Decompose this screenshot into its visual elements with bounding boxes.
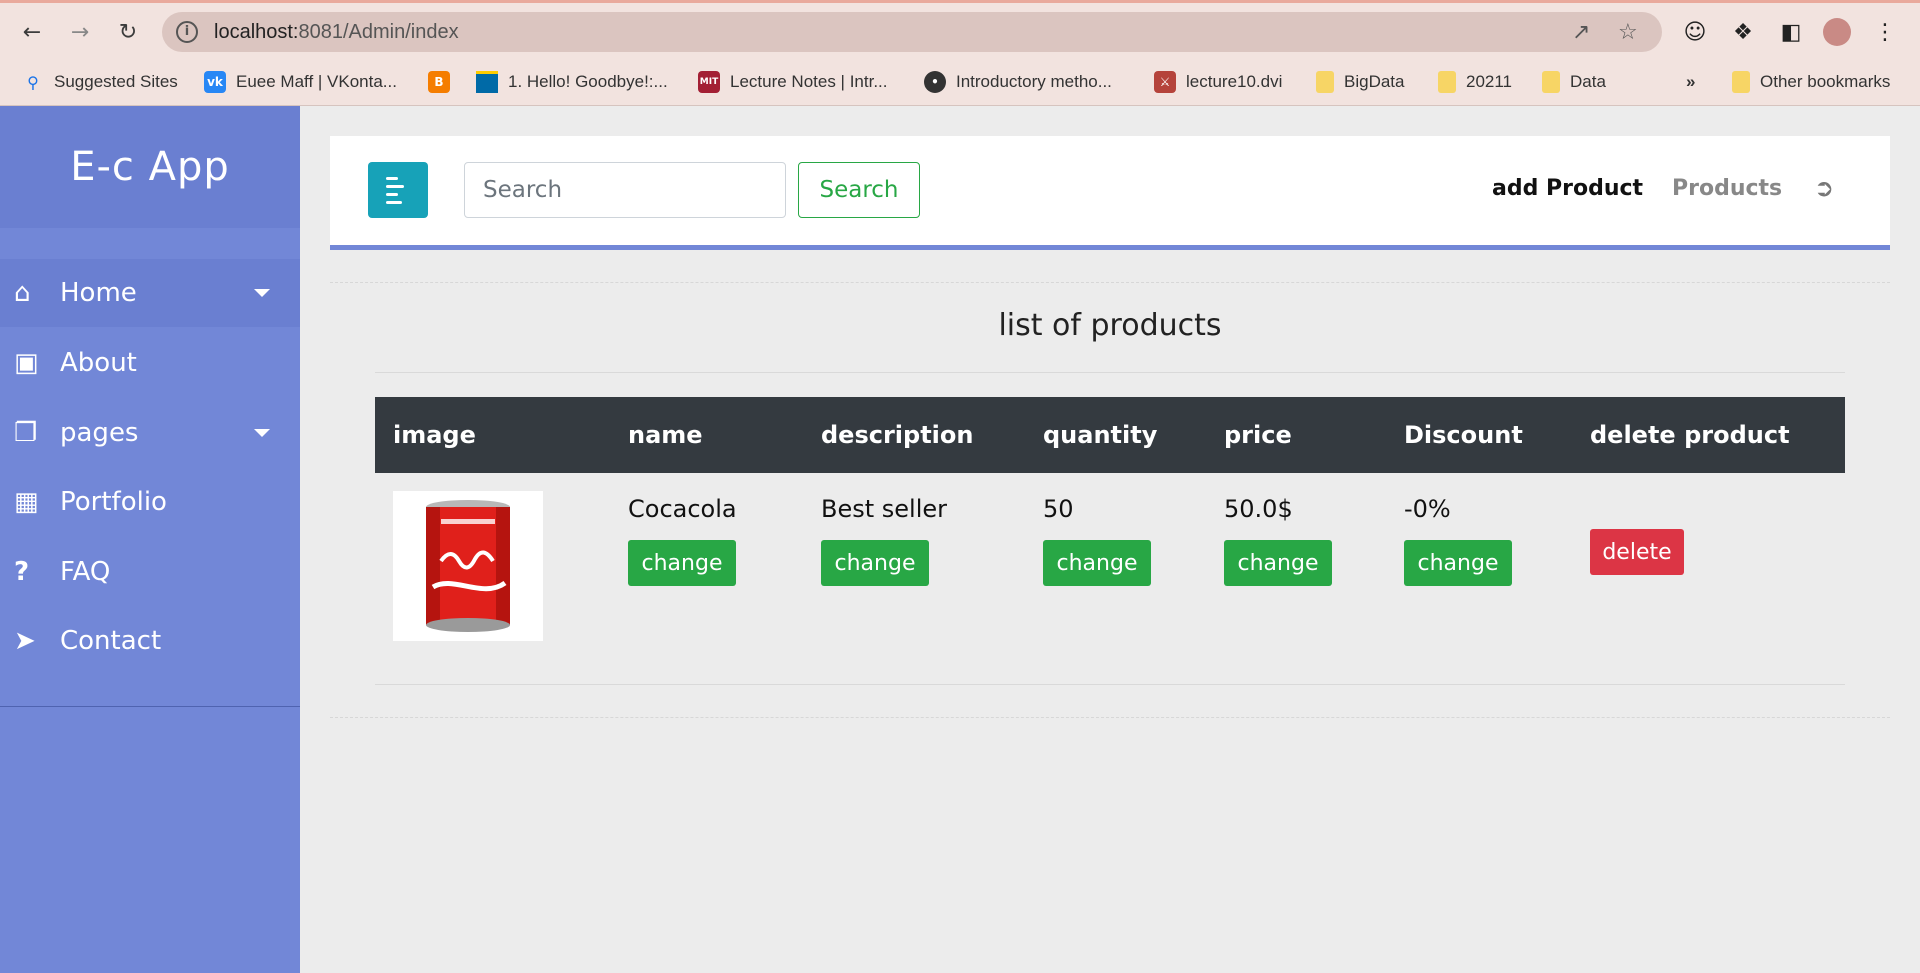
sidebar: E-c App ⌂ Home ▣ About ❐ pages ▦ Portfol… bbox=[0, 106, 300, 973]
blogger-icon: B bbox=[428, 71, 450, 93]
profile-avatar[interactable] bbox=[1822, 17, 1852, 47]
change-description-button[interactable]: change bbox=[821, 540, 929, 586]
nav-products-link[interactable]: Products bbox=[1672, 176, 1782, 201]
content-divider-top bbox=[330, 282, 1890, 283]
column-header-price: price bbox=[1224, 421, 1292, 449]
column-header-delete: delete product bbox=[1590, 421, 1790, 449]
bookmark-suggested-sites[interactable]: ⚲ Suggested Sites bbox=[22, 70, 178, 94]
product-description: Best seller bbox=[821, 495, 948, 523]
column-header-image: image bbox=[393, 421, 476, 449]
search-button[interactable]: Search bbox=[798, 162, 920, 218]
crest-icon: ⚔ bbox=[1154, 71, 1176, 93]
column-header-description: description bbox=[821, 421, 974, 449]
column-header-name: name bbox=[628, 421, 703, 449]
folder-icon bbox=[1542, 71, 1560, 93]
menu-line bbox=[386, 184, 404, 188]
brand-title[interactable]: E-c App bbox=[0, 106, 300, 228]
reload-icon[interactable]: ↻ bbox=[110, 14, 146, 50]
menu-line bbox=[386, 176, 398, 180]
globe-icon: • bbox=[924, 71, 946, 93]
image-icon: ▦ bbox=[14, 487, 39, 517]
site-info-icon[interactable]: i bbox=[176, 21, 198, 43]
bookmark-20211[interactable]: 20211 bbox=[1438, 70, 1512, 94]
sweden-flag-icon bbox=[476, 71, 498, 93]
sidebar-item-pages[interactable]: ❐ pages bbox=[0, 399, 300, 467]
url-text: localhost:8081/Admin/index bbox=[214, 21, 459, 43]
bookmarks-overflow-button[interactable]: » bbox=[1686, 70, 1695, 94]
change-price-button[interactable]: change bbox=[1224, 540, 1332, 586]
sidebar-item-about[interactable]: ▣ About bbox=[0, 329, 300, 397]
heading-divider bbox=[375, 372, 1845, 373]
product-name: Cocacola bbox=[628, 495, 737, 523]
bookmark-introductory-methods[interactable]: • Introductory metho... bbox=[924, 70, 1112, 94]
folder-icon bbox=[1732, 71, 1750, 93]
sign-out-icon[interactable]: ➲ bbox=[1814, 174, 1834, 202]
caret-down-icon bbox=[254, 289, 270, 297]
change-quantity-button[interactable]: change bbox=[1043, 540, 1151, 586]
delete-product-button[interactable]: delete bbox=[1590, 529, 1684, 575]
product-discount: -0% bbox=[1404, 495, 1451, 523]
column-header-discount: Discount bbox=[1404, 421, 1523, 449]
bookmarks-bar: ⚲ Suggested Sites vk Euee Maff | VKonta.… bbox=[0, 58, 1920, 106]
bookmark-other-bookmarks[interactable]: Other bookmarks bbox=[1732, 70, 1890, 94]
share-icon[interactable]: ↗ bbox=[1572, 20, 1590, 45]
sidebar-item-home[interactable]: ⌂ Home bbox=[0, 259, 300, 327]
page-title: list of products bbox=[998, 308, 1222, 343]
vk-icon: vk bbox=[204, 71, 226, 93]
change-discount-button[interactable]: change bbox=[1404, 540, 1512, 586]
extension-avatar-icon[interactable]: ☺ bbox=[1680, 17, 1710, 47]
change-name-button[interactable]: change bbox=[628, 540, 736, 586]
menu-line bbox=[386, 192, 398, 196]
bookmark-data[interactable]: Data bbox=[1542, 70, 1606, 94]
nav-add-product-link[interactable]: add Product bbox=[1492, 176, 1643, 201]
back-icon[interactable]: ← bbox=[14, 14, 50, 50]
coca-cola-can-image bbox=[393, 491, 543, 641]
folder-icon bbox=[1438, 71, 1456, 93]
sidebar-divider bbox=[0, 706, 300, 707]
column-header-quantity: quantity bbox=[1043, 421, 1158, 449]
bookmark-hello-goodbye[interactable]: 1. Hello! Goodbye!:... bbox=[476, 70, 668, 94]
menu-kebab-icon[interactable]: ⋮ bbox=[1870, 17, 1900, 47]
product-quantity: 50 bbox=[1043, 495, 1074, 523]
top-navbar: Search add Product Products ➲ bbox=[330, 136, 1890, 250]
bookmark-star-icon[interactable]: ☆ bbox=[1618, 20, 1638, 45]
sidebar-item-contact[interactable]: ➤ Contact bbox=[0, 607, 300, 675]
bookmark-lecture-notes[interactable]: MIT Lecture Notes | Intr... bbox=[698, 70, 888, 94]
product-image-coca-cola bbox=[393, 491, 543, 641]
home-icon: ⌂ bbox=[14, 278, 31, 308]
content-divider-bottom bbox=[330, 717, 1890, 718]
search-icon: ⚲ bbox=[27, 72, 39, 92]
bookmark-vk[interactable]: vk Euee Maff | VKonta... bbox=[204, 70, 397, 94]
copy-icon: ❐ bbox=[14, 418, 38, 448]
paper-plane-icon: ➤ bbox=[14, 626, 36, 656]
side-panel-icon[interactable]: ◧ bbox=[1776, 17, 1806, 47]
address-bar[interactable]: i localhost:8081/Admin/index ↗ ☆ bbox=[162, 12, 1662, 52]
caret-down-icon bbox=[254, 429, 270, 437]
forward-icon[interactable]: → bbox=[62, 14, 98, 50]
question-icon: ? bbox=[14, 557, 30, 587]
folder-icon bbox=[1316, 71, 1334, 93]
sidebar-toggle-button[interactable] bbox=[368, 162, 428, 218]
mit-ocw-icon: MIT bbox=[698, 71, 720, 93]
sidebar-item-portfolio[interactable]: ▦ Portfolio bbox=[0, 468, 300, 536]
table-row: Cocacola change Best seller change 50 ch… bbox=[375, 473, 1845, 685]
bookmark-blogger[interactable]: B bbox=[428, 70, 450, 94]
products-table-header: image name description quantity price Di… bbox=[375, 397, 1845, 473]
briefcase-icon: ▣ bbox=[14, 348, 39, 378]
sidebar-item-faq[interactable]: ? FAQ bbox=[0, 538, 300, 606]
bookmark-lecture10[interactable]: ⚔ lecture10.dvi bbox=[1154, 70, 1282, 94]
menu-line bbox=[386, 200, 402, 204]
search-input[interactable] bbox=[464, 162, 786, 218]
bookmark-bigdata[interactable]: BigData bbox=[1316, 70, 1404, 94]
product-price: 50.0$ bbox=[1224, 495, 1293, 523]
extensions-puzzle-icon[interactable]: ❖ bbox=[1728, 17, 1758, 47]
browser-toolbar: ← → ↻ i localhost:8081/Admin/index ↗ ☆ ☺… bbox=[0, 0, 1920, 58]
